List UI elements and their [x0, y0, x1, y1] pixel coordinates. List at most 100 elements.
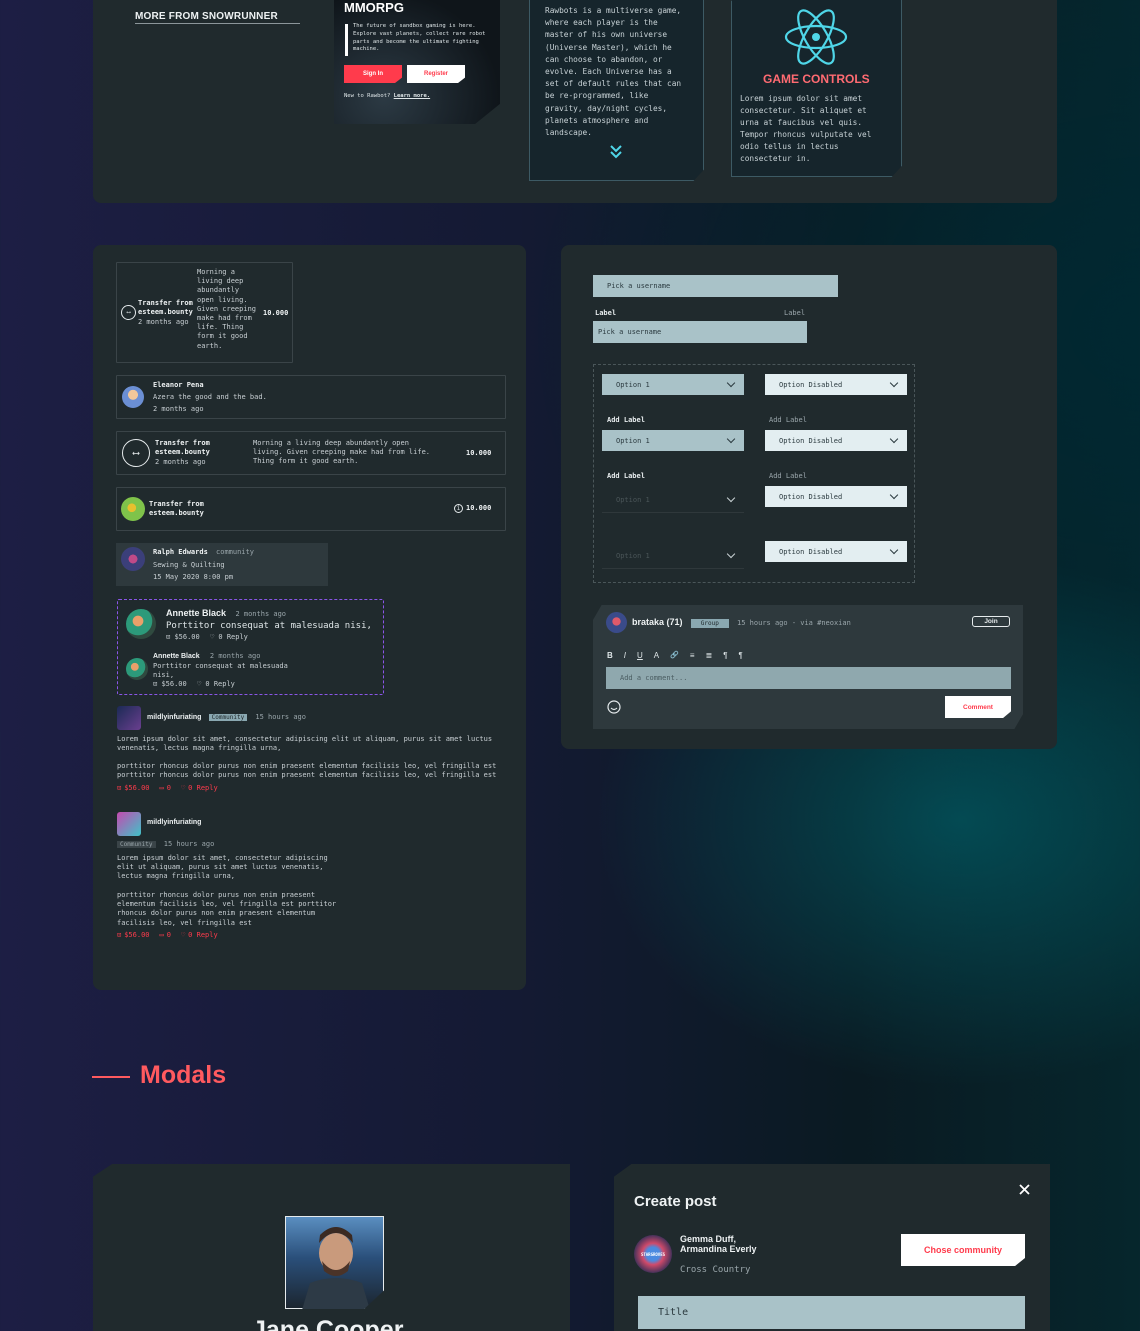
bullet-list-icon[interactable]: ≡: [690, 651, 695, 660]
avatar: [126, 609, 156, 639]
join-button[interactable]: Join: [972, 616, 1010, 627]
select-option-1[interactable]: Option 1: [602, 374, 744, 395]
select-value: Option 1: [616, 436, 650, 445]
section-title: Modals: [140, 1061, 227, 1089]
field-label-right: Label: [784, 309, 806, 317]
reply-reply[interactable]: 0 Reply: [205, 680, 235, 688]
mmorpg-desc: The future of sandbox gaming is here. Ex…: [353, 23, 486, 53]
post-author: Gemma Duff, Armandina Everly: [680, 1234, 757, 1254]
add-label: Add Label: [607, 416, 645, 424]
post-reply: 0 Reply: [188, 931, 218, 939]
add-label: Add Label: [607, 472, 645, 480]
username-input[interactable]: Pick a username: [593, 275, 838, 297]
post-badge: Community: [117, 841, 156, 848]
comment-header: Annette Black 2 months ago: [166, 608, 286, 619]
italic-icon[interactable]: I: [624, 651, 626, 660]
transfer-title: Transfer from: [149, 500, 204, 508]
avatar: [117, 812, 141, 836]
avatar: STARGROVES: [634, 1235, 672, 1273]
comments-button[interactable]: ▭ 0: [160, 931, 171, 939]
notification-text: Azera the good and the bad.: [153, 393, 267, 401]
profile-avatar: [285, 1216, 384, 1309]
mmorpg-bar: [345, 24, 348, 56]
post-reply: 0 Reply: [188, 784, 218, 792]
reply-time: 2 months ago: [209, 652, 261, 660]
reply-button[interactable]: ♡ 0 Reply: [181, 784, 218, 792]
reply-text: Porttitor consequat at malesuada nisi,: [153, 662, 288, 680]
tip-button[interactable]: ⊡ $56.00: [117, 931, 150, 939]
reply-button[interactable]: ♡ 0 Reply: [181, 931, 218, 939]
transfer-title: Transfer from: [138, 299, 193, 307]
avatar: [121, 547, 145, 571]
transfer-icon: ⟷: [121, 305, 136, 320]
select-value: Option Disabled: [779, 492, 843, 501]
choose-community-button[interactable]: Chose community: [901, 1234, 1025, 1266]
select-disabled[interactable]: Option Disabled: [765, 374, 907, 395]
signin-button[interactable]: Sign In: [344, 65, 402, 83]
comment-time: 2 months ago: [235, 610, 287, 618]
register-button[interactable]: Register: [407, 65, 465, 83]
heart-icon[interactable]: ♡: [197, 680, 201, 688]
transfer-title: Transfer from: [155, 439, 210, 447]
select-value: Option 1: [616, 552, 650, 560]
post-title-input[interactable]: Title: [638, 1296, 1025, 1329]
profile-name: Jane Cooper: [252, 1316, 404, 1331]
mmorpg-title: MMORPG: [344, 0, 404, 15]
select-disabled[interactable]: Option Disabled: [765, 430, 907, 451]
game-controls-desc: Lorem ipsum dolor sit amet consectetur. …: [740, 94, 872, 163]
learn-more-link[interactable]: Learn more.: [394, 93, 430, 99]
select-option-1[interactable]: Option 1: [602, 430, 744, 451]
reply-actions: ⊡ $56.00 ♡ 0 Reply: [153, 680, 235, 689]
select-disabled[interactable]: Option Disabled: [765, 486, 907, 507]
comment-author: Annette Black: [166, 608, 227, 618]
post-badge: Community: [208, 714, 248, 721]
paragraph-rtl-icon[interactable]: ¶: [739, 651, 743, 660]
underline-icon[interactable]: U: [637, 651, 643, 660]
comment-input[interactable]: Add a comment...: [606, 667, 1011, 689]
chevron-down-double-icon[interactable]: [609, 143, 623, 161]
mmorpg-card: [334, 0, 500, 124]
post-user[interactable]: mildlyinfuriating: [147, 819, 201, 826]
section-title-bar: [92, 1076, 130, 1078]
game-controls-title: GAME CONTROLS: [763, 72, 870, 86]
transfer-account: esteem.bounty: [138, 308, 193, 316]
transfer-amount: 10.000: [263, 309, 289, 317]
numbered-list-icon[interactable]: ≣: [706, 651, 713, 660]
username-input-2[interactable]: Pick a username: [593, 321, 807, 343]
close-icon[interactable]: [1018, 1181, 1031, 1195]
emoji-icon[interactable]: [607, 699, 621, 714]
post-header: mildlyinfuriating Community 15 hours ago: [147, 713, 306, 721]
wallet-icon: ⊡: [153, 680, 158, 688]
select-disabled[interactable]: Option Disabled: [765, 541, 907, 562]
community-sub: Sewing & Quilting: [153, 561, 225, 569]
comment-amount: $56.00: [174, 633, 200, 641]
avatar: [606, 612, 627, 633]
mmorpg-footer-prefix: New to Rawbot?: [344, 93, 391, 99]
paragraph-icon[interactable]: ¶: [723, 651, 727, 660]
chevron-down-icon: [889, 490, 899, 500]
transfer-account: esteem.bounty: [149, 509, 204, 517]
chevron-down-icon: [889, 434, 899, 444]
bold-icon[interactable]: B: [607, 651, 613, 660]
comment-reply[interactable]: 0 Reply: [218, 633, 248, 641]
comment-box-user[interactable]: brataka (71): [632, 617, 683, 627]
chevron-down-icon: [889, 378, 899, 388]
add-label: Add Label: [769, 472, 807, 480]
community-header: Ralph Edwards community: [153, 548, 254, 556]
comments-button[interactable]: ▭ 0: [160, 784, 171, 792]
tip-button[interactable]: ⊡ $56.00: [117, 784, 150, 792]
reply-amount: $56.00: [161, 680, 187, 688]
select-option-1[interactable]: Option 1: [602, 544, 744, 569]
add-label: Add Label: [769, 416, 807, 424]
link-icon[interactable]: 🔗: [670, 651, 679, 660]
info-icon: i: [454, 504, 463, 513]
post-time: 15 hours ago: [163, 840, 215, 848]
comment-submit-button[interactable]: Comment: [945, 696, 1011, 718]
post-amount: $56.00: [124, 931, 150, 939]
heart-icon[interactable]: ♡: [210, 633, 214, 641]
post-user[interactable]: mildlyinfuriating: [147, 714, 201, 721]
avatar-text: STARGROVES: [640, 1251, 666, 1257]
text-color-icon[interactable]: A: [654, 651, 659, 660]
select-option-1[interactable]: Option 1: [602, 488, 744, 513]
chevron-down-icon: [889, 545, 899, 555]
